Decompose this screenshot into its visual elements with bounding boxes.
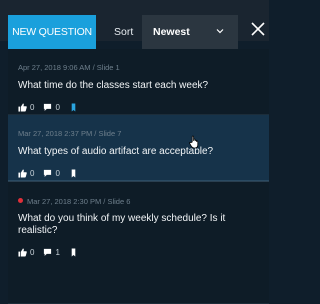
question-meta: Apr 27, 2018 9:06 AM / Slide 1 [18, 63, 120, 72]
question-meta: Mar 27, 2018 2:37 PM / Slide 7 [18, 129, 121, 138]
comment-count: 1 [55, 247, 60, 257]
toolbar: NEW QUESTION Sort Newest [0, 0, 269, 49]
thumbs-up-icon[interactable] [18, 169, 27, 178]
question-meta-text: Mar 27, 2018 2:30 PM / Slide 6 [27, 197, 131, 206]
question-stats: 0 1 [18, 247, 78, 257]
sort-dropdown[interactable]: Newest [142, 15, 238, 49]
sort-label: Sort [114, 26, 134, 38]
question-title: What do you think of my weekly schedule?… [18, 213, 226, 236]
question-title: What time do the classes start each week… [18, 80, 209, 91]
comment-count: 0 [55, 102, 60, 112]
thumbs-up-icon[interactable] [18, 103, 27, 112]
question-stats: 0 0 [18, 168, 78, 178]
comment-count: 0 [55, 168, 60, 178]
bookmark-icon[interactable] [69, 102, 78, 112]
question-card[interactable]: Mar 27, 2018 2:30 PM / Slide 6 What do y… [8, 181, 269, 304]
question-card[interactable]: Mar 27, 2018 2:37 PM / Slide 7 What type… [8, 115, 269, 181]
like-count: 0 [30, 168, 35, 178]
close-icon[interactable] [251, 22, 265, 36]
question-list: Apr 27, 2018 9:06 AM / Slide 1 What time… [8, 49, 269, 304]
sort-value: Newest [153, 26, 190, 38]
like-count: 0 [30, 247, 35, 257]
comment-bubble-icon[interactable] [43, 103, 52, 112]
hand-cursor-icon [189, 135, 199, 149]
bookmark-icon[interactable] [69, 247, 78, 257]
question-stats: 0 0 [18, 102, 78, 112]
like-count: 0 [30, 102, 35, 112]
comment-bubble-icon[interactable] [43, 248, 52, 257]
chevron-down-icon [216, 29, 224, 34]
thumbs-up-icon[interactable] [18, 248, 27, 257]
question-meta: Mar 27, 2018 2:30 PM / Slide 6 [18, 197, 130, 206]
question-meta-text: Mar 27, 2018 2:37 PM / Slide 7 [18, 129, 122, 138]
new-question-button[interactable]: NEW QUESTION [8, 15, 96, 49]
question-title: What types of audio artifact are accepta… [18, 146, 214, 157]
bookmark-icon[interactable] [69, 168, 78, 178]
comment-bubble-icon[interactable] [43, 169, 52, 178]
unread-dot-icon [18, 198, 23, 203]
question-meta-text: Apr 27, 2018 9:06 AM / Slide 1 [18, 63, 120, 72]
question-card[interactable]: Apr 27, 2018 9:06 AM / Slide 1 What time… [8, 49, 269, 115]
